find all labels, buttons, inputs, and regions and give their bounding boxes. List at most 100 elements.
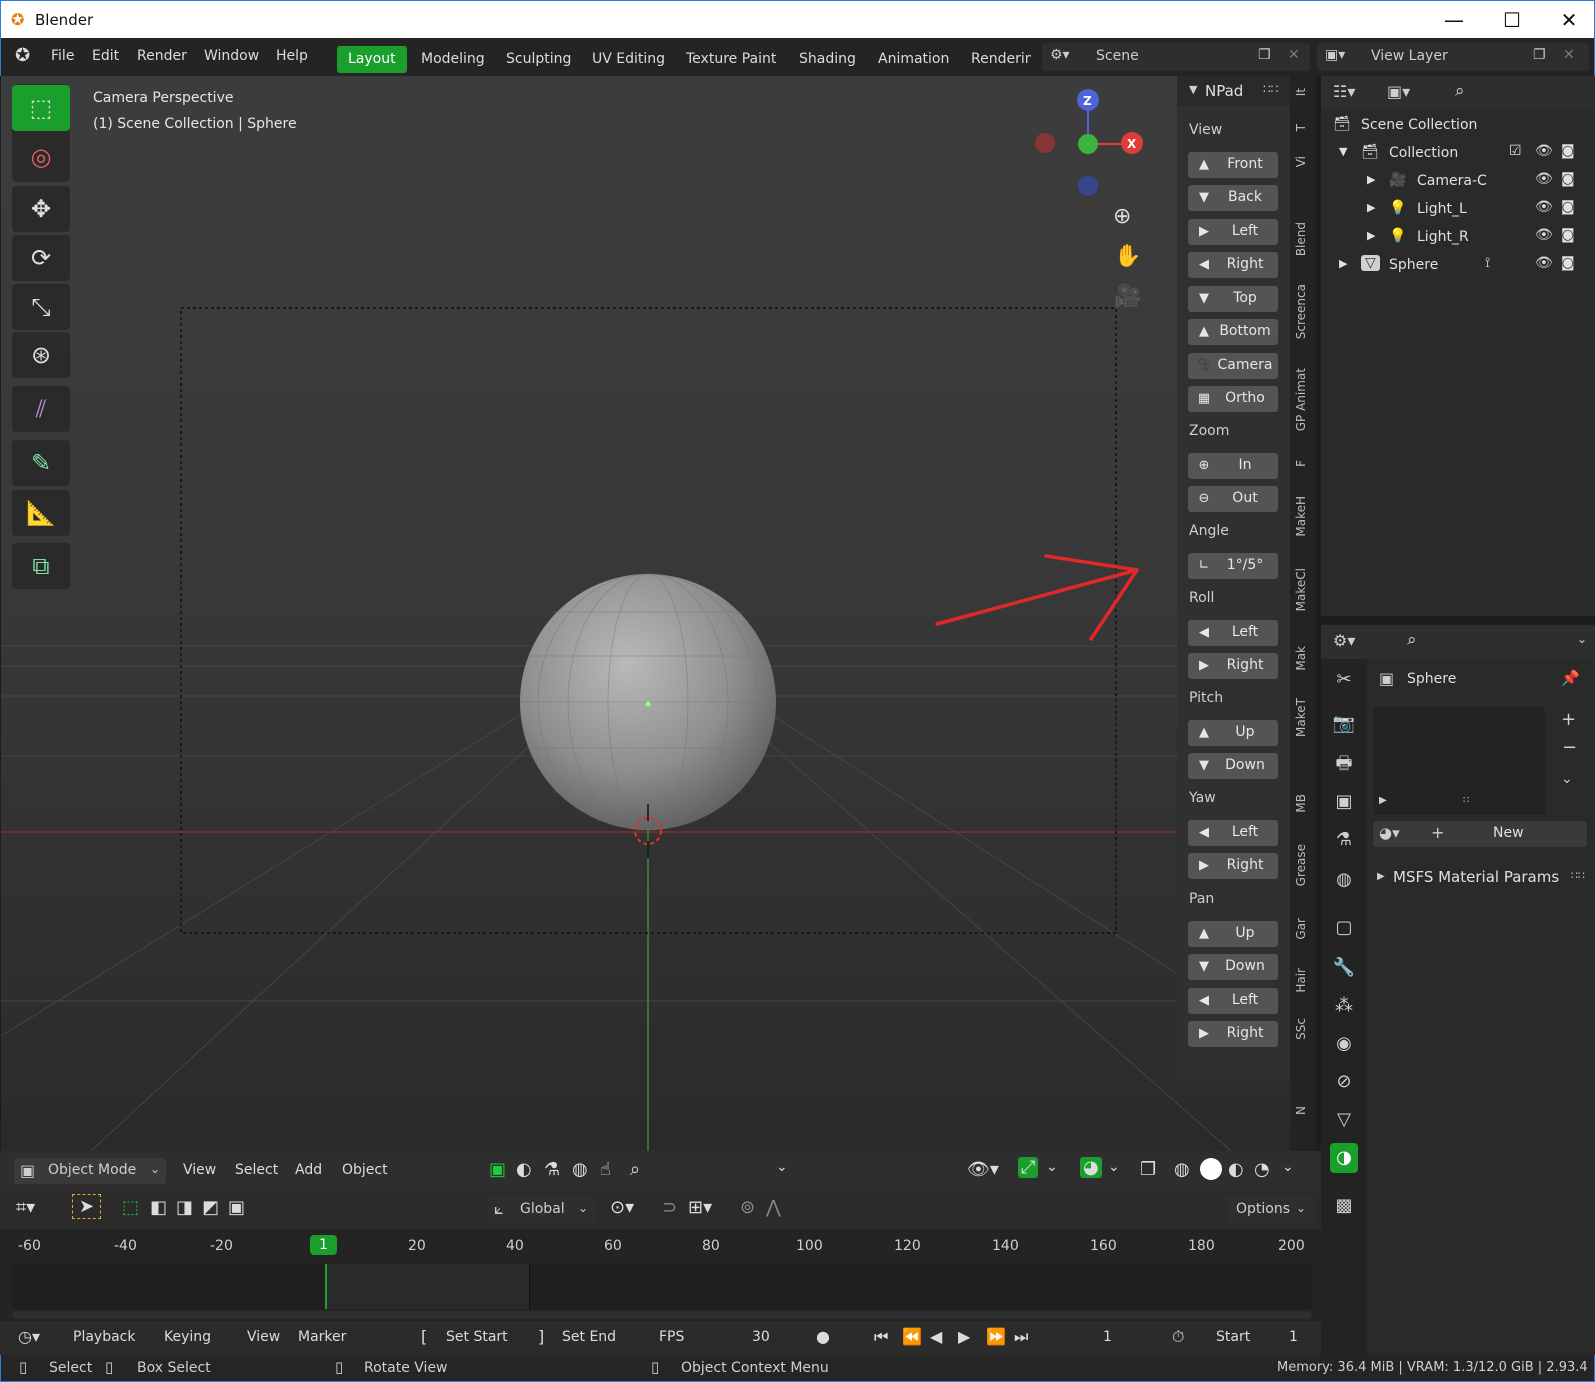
eye-icon[interactable]: 👁 (1535, 143, 1553, 159)
rendered-shading-icon[interactable]: ◔ (1254, 1159, 1270, 1180)
display-mode-icon[interactable]: ▣▾ (1387, 82, 1410, 101)
view-front-button[interactable]: ▲ Front (1188, 152, 1278, 178)
fps-value[interactable]: 30 (752, 1329, 770, 1345)
tab-sculpting[interactable]: Sculpting (506, 46, 571, 73)
jump-keyframe-forward-icon[interactable]: ⏩ (986, 1327, 1006, 1346)
tab-rendering[interactable]: Renderin (971, 46, 1031, 73)
jump-start-icon[interactable]: ⏮ (874, 1327, 888, 1347)
material-shading-icon[interactable]: ◐ (1228, 1159, 1244, 1180)
data-properties-icon[interactable]: ▽ (1330, 1105, 1358, 1135)
sidebar-tab-screencast[interactable]: Screenca (1294, 284, 1308, 339)
tab-texture-paint[interactable]: Texture Paint (686, 46, 776, 73)
jump-keyframe-back-icon[interactable]: ⏪ (902, 1327, 922, 1346)
pitch-up-button[interactable]: ▲ Up (1188, 720, 1278, 746)
wireframe-shading-icon[interactable]: ◍ (1174, 1159, 1190, 1180)
shading-icon[interactable]: ◐ (516, 1159, 532, 1180)
world-icon[interactable]: ◍ (572, 1159, 588, 1180)
camera-render-icon[interactable]: ◙ (1561, 227, 1575, 243)
play-icon[interactable]: ▶ (958, 1327, 970, 1346)
chevron-down-icon[interactable]: ⌄ (1561, 771, 1573, 787)
view-right-button[interactable]: ◀ Right (1188, 252, 1278, 278)
material-properties-icon[interactable]: ◑ (1330, 1143, 1358, 1173)
transform-orientation-select[interactable]: ⟀ Global ⌄ (488, 1196, 596, 1224)
view-ortho-button[interactable]: ▦ Ortho (1188, 386, 1278, 412)
overlay-toggle-icon[interactable]: ◕ (1080, 1157, 1102, 1178)
sidebar-tab-item[interactable]: It (1294, 88, 1308, 96)
msfs-panel-title[interactable]: MSFS Material Params (1393, 868, 1559, 886)
world-properties-icon[interactable]: ◍ (1330, 865, 1358, 895)
add-cube-tool-icon[interactable]: ⧉ (12, 543, 70, 589)
chevron-down-icon[interactable]: ⌄ (1108, 1159, 1120, 1175)
header-menu-select[interactable]: Select (235, 1162, 278, 1178)
view-top-button[interactable]: ▼ Top (1188, 286, 1278, 312)
tab-layout[interactable]: Layout (337, 46, 407, 73)
keying-menu[interactable]: Keying (164, 1329, 211, 1345)
play-reverse-icon[interactable]: ◀ (930, 1327, 942, 1346)
expand-arrow-icon[interactable]: ▶ (1339, 257, 1347, 270)
timeline-track[interactable] (12, 1264, 1312, 1309)
select-box-tool-icon[interactable]: ⬚ (12, 85, 70, 131)
zoom-icon[interactable]: ⊕ (1113, 204, 1131, 229)
view-camera-button[interactable]: 🎥 Camera (1188, 353, 1278, 379)
sidebar-tab-blend[interactable]: Blend (1294, 222, 1308, 256)
outliner-row-light-r[interactable]: ▶ 💡 Light_R 👁 ◙ (1321, 224, 1595, 252)
tweak-tool-icon[interactable]: ➤ (72, 1194, 102, 1219)
sidebar-tab-hair[interactable]: Hair (1294, 968, 1308, 993)
move-tool-icon[interactable]: ✥ (12, 186, 70, 232)
set-end-button[interactable]: Set End (562, 1329, 616, 1345)
pan-up-button[interactable]: ▲ Up (1188, 921, 1278, 947)
timeline[interactable]: -60 -40 -20 1 20 40 60 80 100 120 140 16… (0, 1229, 1321, 1321)
tool-properties-icon[interactable]: ✂ (1330, 665, 1358, 695)
measure-tool-icon[interactable]: 📐 (12, 490, 70, 536)
header-menu-add[interactable]: Add (295, 1162, 322, 1178)
expand-arrow-icon[interactable]: ▶ (1367, 201, 1375, 214)
sidebar-tab-mak[interactable]: Mak (1294, 646, 1308, 671)
menu-help[interactable]: Help (276, 48, 308, 64)
camera-render-icon[interactable]: ◙ (1561, 171, 1575, 187)
angle-step-button[interactable]: ∟ 1°/5° (1188, 553, 1278, 579)
particles-properties-icon[interactable]: ⁂ (1330, 991, 1358, 1021)
constraints-properties-icon[interactable]: ⊘ (1330, 1067, 1358, 1097)
expand-arrow-icon[interactable]: ▶ (1367, 173, 1375, 186)
3d-viewport[interactable]: Z X Camera Perspective (1) Scene Collect… (1, 76, 1291, 1151)
add-slot-icon[interactable]: + (1561, 709, 1576, 730)
zoom-in-button[interactable]: ⊕ In (1188, 453, 1278, 479)
eye-icon[interactable]: 👁 (1535, 255, 1553, 271)
view-menu[interactable]: View (247, 1329, 280, 1345)
rotate-tool-icon[interactable]: ⟳ (12, 235, 70, 281)
outliner-row-camera[interactable]: ▶ 🎥 Camera-C 👁 ◙ (1321, 168, 1595, 196)
sidebar-tab-gp-animator[interactable]: GP Animat (1294, 368, 1308, 431)
sidebar-tab-ssc[interactable]: SSc (1294, 1018, 1308, 1040)
maximize-button[interactable]: ☐ (1489, 5, 1535, 35)
select-mode-icon[interactable]: ▣ (489, 1159, 506, 1180)
sidebar-tab-makeh[interactable]: MakeH (1294, 496, 1308, 537)
select-invert-icon[interactable]: ◩ (202, 1197, 219, 1218)
close-button[interactable]: ✕ (1546, 5, 1592, 35)
view-bottom-button[interactable]: ▲ Bottom (1188, 319, 1278, 345)
select-intersect-icon[interactable]: ▣ (228, 1197, 245, 1218)
menu-edit[interactable]: Edit (92, 48, 119, 64)
snap-icon[interactable]: ⊃ (662, 1197, 677, 1218)
timeline-scrollbar[interactable] (12, 1311, 1312, 1319)
chevron-down-icon[interactable]: ⌄ (776, 1159, 788, 1175)
snap-target-icon[interactable]: ⊞▾ (688, 1197, 712, 1218)
tab-modeling[interactable]: Modeling (421, 46, 485, 73)
hand-icon[interactable]: ☝ (600, 1159, 611, 1180)
chevron-down-icon[interactable]: ⌄ (1282, 1159, 1294, 1175)
checkbox-icon[interactable]: ☑ (1509, 143, 1522, 159)
view-left-button[interactable]: ▶ Left (1188, 219, 1278, 245)
annotate-tool-icon[interactable]: ⫽ (12, 386, 70, 432)
roll-left-button[interactable]: ◀ Left (1188, 620, 1278, 646)
gizmo-toggle-icon[interactable]: ⤢ (1018, 1157, 1039, 1178)
view-layer-properties-icon[interactable]: ▣ (1330, 787, 1358, 817)
sidebar-tab-mb[interactable]: MB (1294, 794, 1308, 813)
chevron-down-icon[interactable]: ⌄ (1046, 1159, 1058, 1175)
zoom-out-button[interactable]: ⊖ Out (1188, 486, 1278, 512)
outliner-type-icon[interactable]: ☷▾ (1333, 82, 1355, 101)
playback-menu[interactable]: Playback (73, 1329, 135, 1345)
tab-animation[interactable]: Animation (878, 46, 949, 73)
search-icon[interactable]: ⌕ (1407, 630, 1417, 650)
object-properties-icon[interactable]: ▢ (1330, 913, 1358, 943)
remove-slot-icon[interactable]: − (1562, 737, 1577, 758)
camera-render-icon[interactable]: ◙ (1561, 199, 1575, 215)
